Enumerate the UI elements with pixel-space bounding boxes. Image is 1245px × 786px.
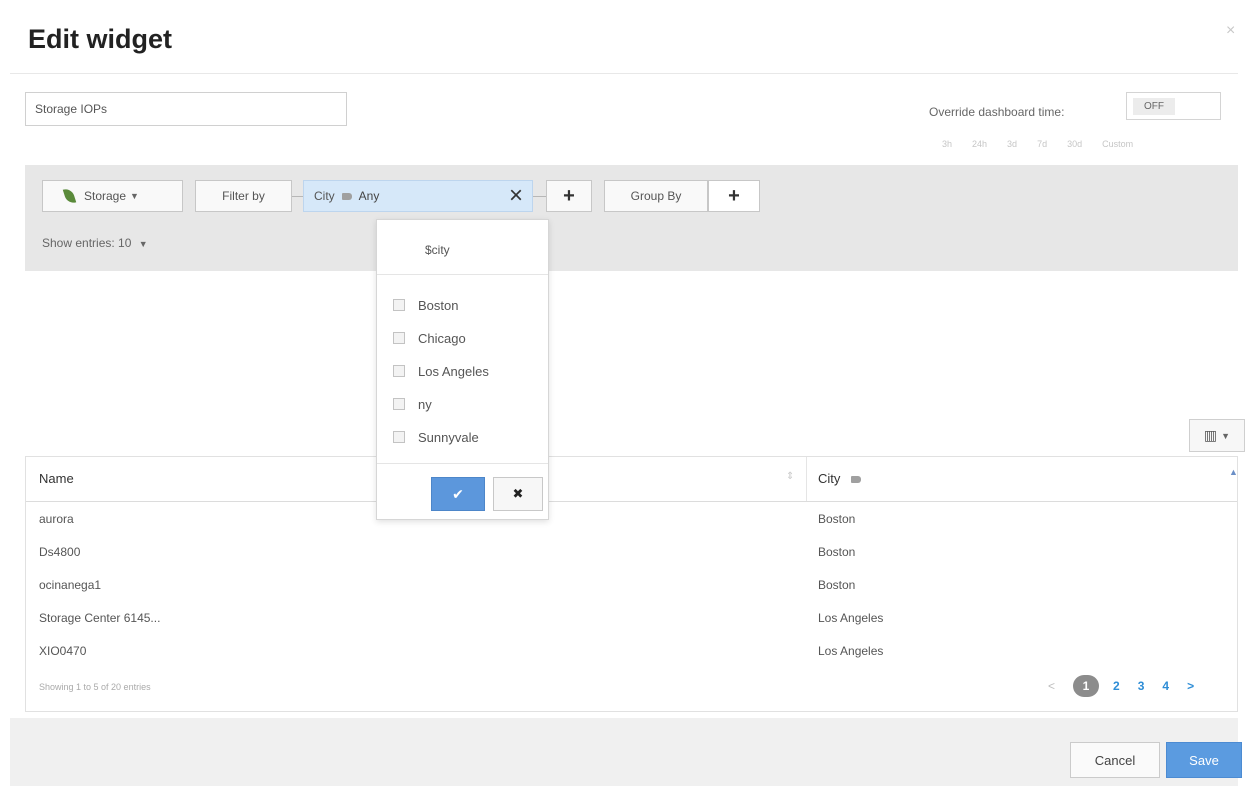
page-4-button[interactable]: 4: [1162, 679, 1169, 693]
apply-filter-button[interactable]: ✔: [431, 477, 485, 511]
dialog-title: Edit widget: [28, 24, 172, 54]
clear-filter-icon[interactable]: ×: [509, 182, 523, 210]
table-row[interactable]: Storage Center 6145... Los Angeles: [26, 603, 1237, 636]
city-option-sunnyvale[interactable]: Sunnyvale: [393, 427, 479, 447]
caret-down-icon: ▼: [138, 239, 148, 249]
tag-icon: [341, 192, 352, 200]
cell-name: aurora: [39, 512, 74, 526]
cell-city: Los Angeles: [818, 611, 884, 625]
object-type-label: Storage: [84, 189, 127, 203]
show-entries-label: Show entries: 10: [42, 236, 132, 250]
checkbox[interactable]: [393, 299, 405, 311]
tag-icon: [851, 476, 862, 483]
override-time-toggle[interactable]: OFF: [1126, 92, 1221, 120]
city-option-label: Chicago: [418, 330, 466, 346]
next-page-button[interactable]: >: [1187, 679, 1194, 693]
caret-down-icon: ▼: [130, 191, 139, 201]
time-range-30d[interactable]: 30d: [1067, 139, 1082, 149]
table-row[interactable]: Ds4800 Boston: [26, 537, 1237, 570]
prev-page-button[interactable]: <: [1048, 679, 1055, 693]
cancel-filter-button[interactable]: ✖: [493, 477, 543, 511]
column-divider: [806, 457, 807, 501]
dialog-footer: [10, 718, 1238, 786]
column-header-name[interactable]: Name: [39, 471, 74, 486]
cancel-button[interactable]: Cancel: [1070, 742, 1160, 778]
city-filter-chip[interactable]: City Any ×: [303, 180, 533, 212]
city-option-label: Los Angeles: [418, 363, 489, 379]
header-rule: [26, 501, 1237, 502]
city-option-label: Boston: [418, 297, 459, 313]
close-icon: ✖: [512, 486, 524, 501]
object-type-button[interactable]: Storage ▼: [42, 180, 183, 212]
time-range-custom[interactable]: Custom: [1102, 139, 1133, 149]
header-divider: [10, 73, 1238, 74]
toggle-state: OFF: [1133, 98, 1175, 115]
time-range-3h[interactable]: 3h: [942, 139, 952, 149]
connector-line: [292, 196, 303, 197]
dropdown-divider: [377, 463, 548, 464]
cell-city: Los Angeles: [818, 644, 884, 658]
city-search-field[interactable]: $city: [425, 243, 450, 257]
city-option-label: ny: [418, 396, 432, 412]
cell-name: XIO0470: [39, 644, 87, 658]
results-table: Name ⇕ City ▲ aurora Boston Ds4800 Bosto…: [25, 456, 1238, 712]
checkbox[interactable]: [393, 332, 405, 344]
show-entries-dropdown[interactable]: Show entries: 10 ▼: [42, 236, 148, 250]
table-row[interactable]: aurora Boston: [26, 504, 1237, 537]
sort-asc-icon[interactable]: ▲: [1229, 467, 1238, 477]
cell-name: ocinanega1: [39, 578, 102, 592]
storage-leaf-icon: [62, 187, 77, 205]
widget-name-input[interactable]: [25, 92, 347, 126]
add-group-by-button[interactable]: +: [708, 180, 760, 212]
checkmark-icon: ✔: [452, 485, 464, 502]
cell-name: Ds4800: [39, 545, 81, 559]
cell-city: Boston: [818, 545, 856, 559]
page-2-button[interactable]: 2: [1113, 679, 1120, 693]
cell-city: Boston: [818, 512, 856, 526]
cell-name: Storage Center 6145...: [39, 611, 161, 625]
columns-icon: ▥: [1203, 427, 1218, 443]
sort-icon[interactable]: ⇕: [786, 471, 794, 482]
table-row[interactable]: XIO0470 Los Angeles: [26, 636, 1237, 669]
connector-line: [533, 196, 546, 197]
page-3-button[interactable]: 3: [1138, 679, 1145, 693]
cell-city: Boston: [818, 578, 856, 592]
city-option-ny[interactable]: ny: [393, 394, 432, 414]
save-button[interactable]: Save: [1166, 742, 1242, 778]
filter-value: Any: [358, 189, 380, 203]
override-time-label: Override dashboard time:: [929, 105, 1065, 119]
city-option-los-angeles[interactable]: Los Angeles: [393, 361, 489, 381]
pagination: < 1 2 3 4 >: [1048, 675, 1194, 697]
group-by-button[interactable]: Group By: [604, 180, 708, 212]
time-range-options: 3h 24h 3d 7d 30d Custom: [942, 139, 1133, 149]
checkbox[interactable]: [393, 398, 405, 410]
filter-by-button[interactable]: Filter by: [195, 180, 292, 212]
time-range-3d[interactable]: 3d: [1007, 139, 1017, 149]
column-header-city-label: City: [818, 471, 841, 486]
checkbox[interactable]: [393, 365, 405, 377]
column-header-city[interactable]: City: [818, 471, 868, 486]
caret-down-icon: ▼: [1221, 430, 1231, 441]
add-filter-button[interactable]: +: [546, 180, 592, 212]
filter-field-label: City: [314, 189, 335, 203]
checkbox[interactable]: [393, 431, 405, 443]
page-1-button[interactable]: 1: [1073, 675, 1100, 697]
time-range-24h[interactable]: 24h: [972, 139, 987, 149]
table-row[interactable]: ocinanega1 Boston: [26, 570, 1237, 603]
entries-info: Showing 1 to 5 of 20 entries: [39, 682, 151, 692]
city-option-label: Sunnyvale: [418, 429, 479, 445]
city-option-boston[interactable]: Boston: [393, 295, 458, 315]
city-option-chicago[interactable]: Chicago: [393, 328, 466, 348]
close-icon[interactable]: ×: [1226, 22, 1235, 40]
city-filter-dropdown: $city Boston Chicago Los Angeles ny Sunn…: [376, 219, 549, 520]
time-range-7d[interactable]: 7d: [1037, 139, 1047, 149]
dropdown-divider: [377, 274, 548, 275]
column-chooser-button[interactable]: ▥ ▼: [1189, 419, 1245, 452]
